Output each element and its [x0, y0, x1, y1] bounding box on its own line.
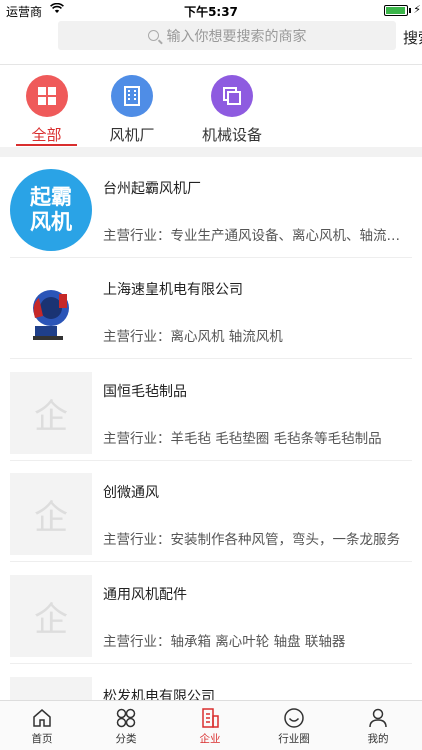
tab-label: 我的 [367, 733, 389, 745]
fan-product-image [10, 270, 92, 352]
grid-icon [25, 75, 68, 117]
clock: 下午5:37 [184, 5, 238, 19]
company-item[interactable]: 企 通用风机配件 主营行业：轴承箱 离心叶轮 轴盘 联轴器 [0, 563, 422, 664]
company-business: 主营行业：离心风机 轴流风机 [103, 329, 283, 345]
company-icon [202, 708, 219, 728]
company-name: 国恒毛毡制品 [103, 384, 187, 400]
company-name: 创微通风 [103, 485, 159, 501]
user-icon [369, 708, 387, 728]
category-fan-factory[interactable]: 风机厂 [104, 75, 160, 145]
placeholder-logo: 企 [10, 575, 92, 657]
tab-category[interactable]: 分类 [84, 707, 168, 746]
search-bar: 输入你想要搜索的商家 搜索 [0, 20, 422, 64]
company-item[interactable]: 企 松发机电有限公司 [0, 665, 422, 700]
tab-mine[interactable]: 我的 [336, 707, 420, 746]
copy-icon [211, 75, 253, 117]
tab-home[interactable]: 首页 [0, 707, 84, 746]
company-name: 通用风机配件 [103, 587, 187, 603]
category-machinery[interactable]: 机械设备 [197, 75, 267, 145]
section-gap [0, 147, 422, 157]
battery-tip [409, 8, 411, 13]
company-item[interactable]: 起霸 风机 台州起霸风机厂 主营行业：专业生产通风设备、离心风机、轴流风机 [0, 157, 422, 258]
building-icon [111, 75, 153, 117]
active-tab-underline [16, 144, 77, 146]
charging-icon: ⚡ [413, 3, 421, 16]
company-business: 主营行业：安装制作各种风管，弯头，一条龙服务 [103, 532, 400, 548]
company-item[interactable]: 上海速皇机电有限公司 主营行业：离心风机 轴流风机 [0, 258, 422, 359]
status-bar: 运营商 下午5:37 ⚡ [0, 0, 422, 20]
category-label: 机械设备 [201, 126, 262, 144]
company-business: 主营行业：轴承箱 离心叶轮 轴盘 联轴器 [103, 634, 346, 650]
placeholder-logo: 企 [10, 677, 92, 700]
category-bar: 全部 风机厂 机械设备 [0, 65, 422, 147]
search-placeholder: 输入你想要搜索的商家 [166, 28, 307, 45]
tab-label: 行业圈 [278, 733, 310, 745]
search-input[interactable]: 输入你想要搜索的商家 [58, 21, 396, 50]
search-button[interactable]: 搜索 [403, 27, 422, 48]
company-business: 主营行业：羊毛毡 毛毡垫圈 毛毡条等毛毡制品 [103, 431, 382, 447]
company-list: 起霸 风机 台州起霸风机厂 主营行业：专业生产通风设备、离心风机、轴流风机 上海… [0, 157, 422, 700]
category-label: 风机厂 [109, 126, 155, 144]
qiba-logo: 起霸 风机 [10, 169, 92, 251]
company-item[interactable]: 企 国恒毛毡制品 主营行业：羊毛毡 毛毡垫圈 毛毡条等毛毡制品 [0, 360, 422, 461]
company-logo: 起霸 风机 [10, 169, 92, 251]
placeholder-logo: 企 [10, 473, 92, 555]
placeholder-logo: 企 [10, 372, 92, 454]
tab-label: 分类 [115, 733, 137, 745]
category-icon [116, 708, 136, 728]
company-name: 台州起霸风机厂 [103, 181, 201, 197]
category-label: 全部 [31, 126, 62, 144]
tab-industry[interactable]: 行业圈 [252, 707, 336, 746]
tab-label: 企业 [199, 733, 221, 745]
company-name: 松发机电有限公司 [103, 689, 215, 700]
battery-icon [384, 5, 408, 16]
home-icon [33, 709, 51, 727]
search-icon [147, 30, 159, 41]
tab-label: 首页 [31, 733, 53, 745]
company-name: 上海速皇机电有限公司 [103, 282, 243, 298]
tab-company[interactable]: 企业 [168, 707, 252, 746]
circle-icon [284, 708, 304, 728]
tab-bar: 首页 分类 企业 行业圈 我的 [0, 700, 422, 750]
company-item[interactable]: 企 创微通风 主营行业：安装制作各种风管，弯头，一条龙服务 [0, 461, 422, 562]
company-business: 主营行业：专业生产通风设备、离心风机、轴流风机 [103, 228, 411, 244]
category-all[interactable]: 全部 [16, 75, 77, 145]
